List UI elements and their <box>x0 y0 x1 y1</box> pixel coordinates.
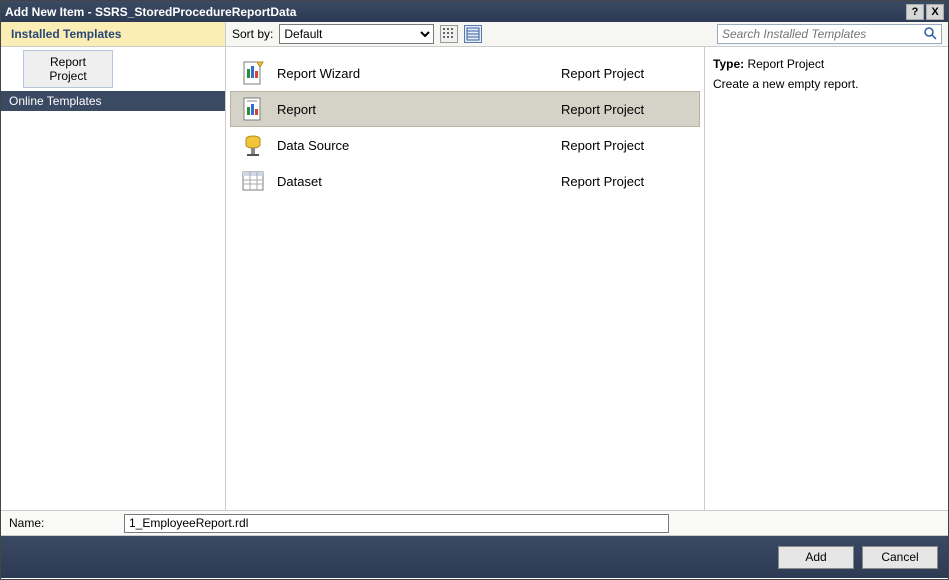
medium-icons-button[interactable] <box>464 25 482 43</box>
template-data-source[interactable]: Data Source Report Project <box>230 127 700 163</box>
template-name: Data Source <box>277 138 561 153</box>
details-description: Create a new empty report. <box>713 77 940 91</box>
sidebar-online-templates[interactable]: Online Templates <box>1 91 225 111</box>
search-box[interactable] <box>717 24 942 44</box>
template-report[interactable]: Report Report Project <box>230 91 700 127</box>
name-label: Name: <box>9 516 124 530</box>
add-button[interactable]: Add <box>778 546 854 569</box>
cancel-button[interactable]: Cancel <box>862 546 938 569</box>
template-dataset[interactable]: Dataset Report Project <box>230 163 700 199</box>
template-report-wizard[interactable]: Report Wizard Report Project <box>230 55 700 91</box>
report-icon <box>239 95 267 123</box>
footer: Add Cancel <box>1 536 948 578</box>
small-icons-icon <box>442 27 456 41</box>
close-button[interactable]: X <box>926 4 944 20</box>
name-input[interactable] <box>124 514 669 533</box>
sort-by-label: Sort by: <box>232 27 273 41</box>
template-name: Report <box>277 102 561 117</box>
template-name: Report Wizard <box>277 66 561 81</box>
installed-templates-header: Installed Templates <box>1 22 226 46</box>
search-icon[interactable] <box>923 26 937 43</box>
title-bar: Add New Item - SSRS_StoredProcedureRepor… <box>1 1 948 22</box>
medium-icons-icon <box>466 27 480 41</box>
template-type: Report Project <box>561 174 691 189</box>
sidebar-item-report-project[interactable]: Report Project <box>23 50 113 88</box>
search-input[interactable] <box>722 27 923 41</box>
details-panel: Type: Report Project Create a new empty … <box>704 47 948 510</box>
template-type: Report Project <box>561 102 691 117</box>
template-type: Report Project <box>561 138 691 153</box>
template-name: Dataset <box>277 174 561 189</box>
details-type-value: Report Project <box>747 57 824 71</box>
report-wizard-icon <box>239 59 267 87</box>
sort-by-select[interactable]: Default <box>279 24 434 44</box>
window-title: Add New Item - SSRS_StoredProcedureRepor… <box>5 5 296 19</box>
small-icons-button[interactable] <box>440 25 458 43</box>
data-source-icon <box>239 131 267 159</box>
details-type-label: Type: <box>713 57 744 71</box>
help-button[interactable]: ? <box>906 4 924 20</box>
templates-list: Report Wizard Report Project Report Repo… <box>226 47 704 510</box>
dataset-icon <box>239 167 267 195</box>
sidebar: Report Project Online Templates <box>1 47 226 510</box>
template-type: Report Project <box>561 66 691 81</box>
